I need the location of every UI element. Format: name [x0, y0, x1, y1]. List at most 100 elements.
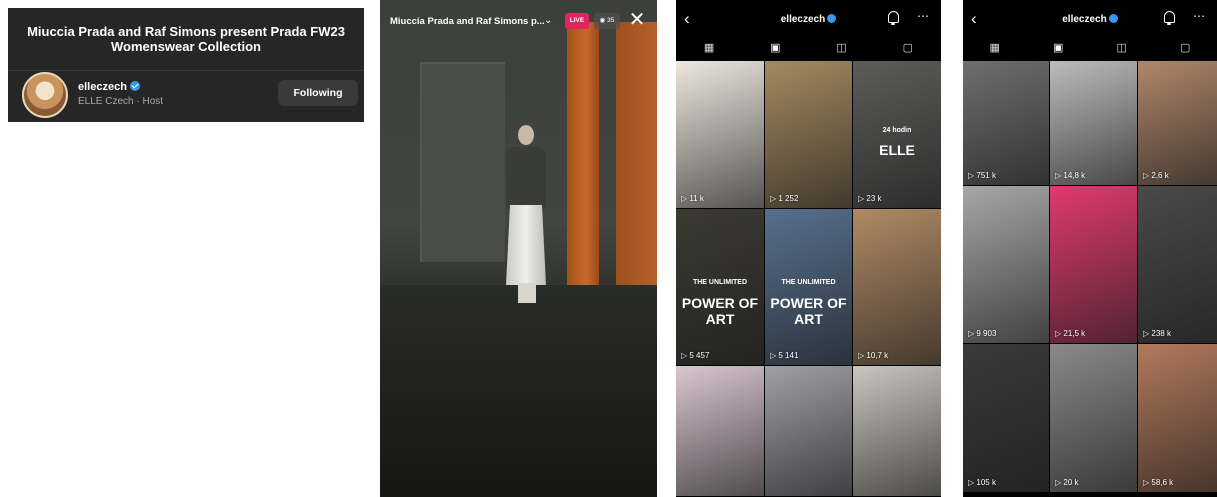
- view-count-text: 23 k: [866, 194, 882, 203]
- username-text: elleczech: [780, 14, 826, 25]
- reel-tile[interactable]: ▷ 751 k: [963, 61, 1049, 185]
- reel-view-count: ▷ 105 k: [968, 478, 996, 487]
- reel-tile[interactable]: ▷ 11 k: [676, 61, 764, 208]
- live-topbar: Miuccia Prada and Raf Simons p... ⌄ LIVE…: [380, 0, 657, 38]
- profile-header: ‹ elleczech ⋯: [676, 0, 941, 38]
- viewer-count: ◉ 35: [594, 13, 620, 29]
- reel-overlay-text: THE UNLIMITED: [781, 279, 836, 287]
- reel-view-count: ▷ 5 141: [770, 351, 798, 360]
- reel-tile[interactable]: [853, 366, 941, 496]
- tab-reels[interactable]: ▣: [742, 38, 808, 60]
- scene-floor: [380, 285, 657, 497]
- reel-overlay-text: POWER OF ART: [681, 294, 759, 327]
- verified-icon: [827, 14, 837, 23]
- tab-guides[interactable]: ◫: [809, 38, 875, 60]
- reel-tile[interactable]: THE UNLIMITED POWER OF ART ▷ 5 141: [765, 209, 852, 365]
- profile-username: elleczech: [676, 14, 941, 25]
- reel-view-count: ▷ 21,5 k: [1055, 329, 1085, 338]
- view-count-text: 5 141: [778, 351, 799, 360]
- reel-view-count: ▷ 10,7 k: [858, 351, 888, 360]
- reels-grid: ▷ 11 k ▷ 1 252 24 hodin ELLE ▷ 23 k THE UNLIM…: [676, 61, 941, 497]
- verified-icon: [129, 81, 140, 91]
- reels-grid: ▷ 751 k ▷ 14,8 k ▷ 2,6 k ▷ 9 903 ▷ 21,5 k ▷ 2…: [963, 61, 1217, 497]
- more-icon[interactable]: ⋯: [917, 9, 929, 23]
- verified-icon: [1108, 14, 1118, 23]
- host-name[interactable]: elleczech: [78, 81, 140, 93]
- reel-view-count: ▷ 238 k: [1143, 329, 1171, 338]
- reel-view-count: ▷ 2,6 k: [1143, 171, 1169, 180]
- profile-reels-view: ‹ elleczech ⋯ ▦ ▣ ◫ ▢ ▷ 11 k ▷ 1 252 24 ho…: [676, 0, 941, 497]
- view-count-text: 21,5 k: [1063, 329, 1086, 338]
- tab-grid[interactable]: ▦: [676, 38, 742, 60]
- avatar[interactable]: [22, 72, 68, 118]
- view-count-text: 10,7 k: [866, 351, 889, 360]
- reel-overlay-text: ELLE: [879, 141, 915, 158]
- reel-view-count: ▷ 9 903: [968, 329, 996, 338]
- profile-username: elleczech: [963, 14, 1217, 25]
- more-icon[interactable]: ⋯: [1193, 9, 1205, 23]
- reel-tile[interactable]: THE UNLIMITED POWER OF ART ▷ 5 457: [676, 209, 764, 365]
- reel-tile[interactable]: [765, 366, 852, 496]
- reel-view-count: ▷ 11 k: [681, 194, 704, 203]
- reel-tile[interactable]: [676, 366, 764, 496]
- following-button[interactable]: Following: [278, 80, 358, 106]
- host-username[interactable]: elleczech: [78, 81, 127, 93]
- tab-tagged[interactable]: ▢: [875, 38, 941, 60]
- reel-tile[interactable]: ▷ 1 252: [765, 61, 852, 208]
- reel-view-count: ▷ 58,6 k: [1143, 478, 1173, 487]
- live-badge: LIVE: [565, 13, 589, 29]
- username-text: elleczech: [1062, 14, 1107, 25]
- bell-icon[interactable]: [1164, 11, 1175, 25]
- view-count-text: 14,8 k: [1063, 171, 1086, 180]
- scene-doorway: [420, 62, 505, 262]
- live-title: Miuccia Prada and Raf Simons present Pra…: [27, 24, 345, 54]
- live-video-view[interactable]: Miuccia Prada and Raf Simons p... ⌄ LIVE…: [380, 0, 657, 497]
- view-count-text: 5 457: [689, 351, 710, 360]
- tab-grid[interactable]: ▦: [963, 38, 1027, 60]
- live-video-title[interactable]: Miuccia Prada and Raf Simons p...: [390, 16, 545, 27]
- reel-overlay-text: 24 hodin: [882, 127, 912, 135]
- view-count-text: 105 k: [976, 478, 996, 487]
- close-icon[interactable]: ✕: [627, 10, 647, 30]
- divider: [8, 70, 364, 71]
- reel-view-count: ▷ 23 k: [858, 194, 882, 203]
- reel-tile[interactable]: ▷ 9 903: [963, 186, 1049, 343]
- scene-pillar: [567, 22, 599, 312]
- profile-tabs: ▦ ▣ ◫ ▢: [676, 38, 941, 60]
- view-count-text: 751 k: [976, 171, 996, 180]
- profile-reels-view: ‹ elleczech ⋯ ▦ ▣ ◫ ▢ ▷ 751 k ▷ 14,8 k ▷ 2…: [963, 0, 1217, 497]
- view-count-text: 1 252: [778, 194, 799, 203]
- view-count-text: 238 k: [1151, 329, 1171, 338]
- reel-tile[interactable]: ▷ 2,6 k: [1138, 61, 1217, 185]
- view-count-text: 9 903: [976, 329, 997, 338]
- reel-tile[interactable]: ▷ 58,6 k: [1138, 344, 1217, 492]
- profile-header: ‹ elleczech ⋯: [963, 0, 1217, 38]
- reel-tile[interactable]: ▷ 238 k: [1138, 186, 1217, 343]
- profile-tabs: ▦ ▣ ◫ ▢: [963, 38, 1217, 60]
- reel-tile[interactable]: ▷ 10,7 k: [853, 209, 941, 365]
- reel-overlay-text: THE UNLIMITED: [692, 279, 748, 287]
- reel-view-count: ▷ 1 252: [770, 194, 798, 203]
- viewer-count-value: 35: [607, 17, 615, 24]
- reel-view-count: ▷ 20 k: [1055, 478, 1079, 487]
- tab-tagged[interactable]: ▢: [1154, 38, 1217, 60]
- view-count-text: 20 k: [1063, 478, 1079, 487]
- bell-icon[interactable]: [888, 11, 899, 25]
- reel-tile[interactable]: ▷ 105 k: [963, 344, 1049, 492]
- live-info-card: Miuccia Prada and Raf Simons present Pra…: [8, 8, 364, 122]
- reel-tile[interactable]: 24 hodin ELLE ▷ 23 k: [853, 61, 941, 208]
- reel-tile[interactable]: ▷ 20 k: [1050, 344, 1137, 492]
- scene-pillar: [616, 22, 657, 322]
- reel-view-count: ▷ 14,8 k: [1055, 171, 1085, 180]
- chevron-down-icon[interactable]: ⌄: [544, 15, 552, 26]
- reel-view-count: ▷ 751 k: [968, 171, 996, 180]
- reel-view-count: ▷ 5 457: [681, 351, 709, 360]
- reel-tile[interactable]: ▷ 14,8 k: [1050, 61, 1137, 185]
- view-count-text: 58,6 k: [1151, 478, 1174, 487]
- tab-reels[interactable]: ▣: [1027, 38, 1091, 60]
- view-count-text: 11 k: [689, 194, 704, 203]
- tab-guides[interactable]: ◫: [1090, 38, 1154, 60]
- reel-overlay-text: POWER OF ART: [770, 294, 847, 327]
- host-subtitle: ELLE Czech · Host: [78, 96, 164, 107]
- reel-tile[interactable]: ▷ 21,5 k: [1050, 186, 1137, 343]
